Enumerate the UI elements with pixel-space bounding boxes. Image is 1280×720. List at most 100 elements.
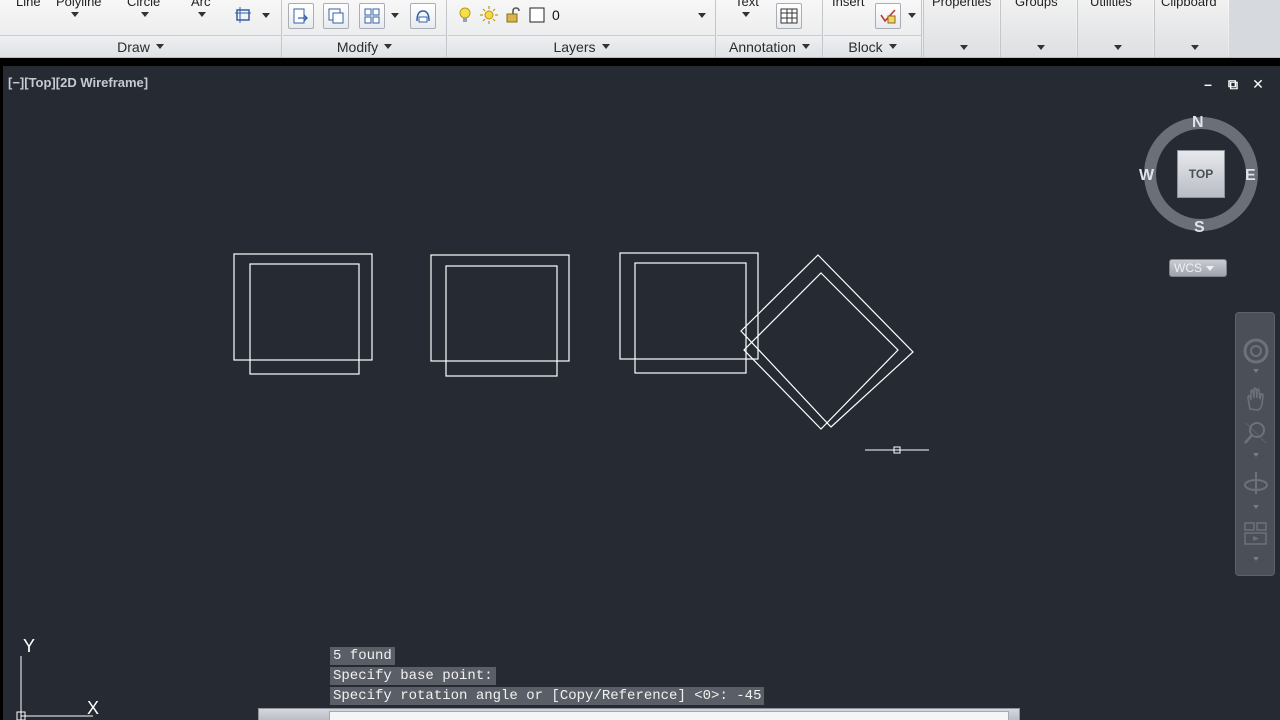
array-icon xyxy=(364,8,380,24)
text-tool-label[interactable]: Text xyxy=(735,0,759,9)
layer-dropdown[interactable]: 0 xyxy=(452,3,712,29)
layers-panel-caret xyxy=(601,44,610,49)
modify-panel-caret xyxy=(384,44,393,49)
ribbon-right-filler xyxy=(1229,0,1280,57)
orbit-icon[interactable] xyxy=(1242,469,1270,497)
text-dropdown-caret[interactable] xyxy=(742,12,750,17)
properties-panel-caret xyxy=(960,45,968,50)
rotated-drawing-object[interactable] xyxy=(740,254,914,428)
pan-icon[interactable] xyxy=(1242,385,1270,413)
groups-panel[interactable]: Groups xyxy=(1000,0,1076,57)
modify-panel-title[interactable]: Modify xyxy=(283,35,446,57)
drawing-object[interactable] xyxy=(233,253,373,361)
drawing-object[interactable] xyxy=(619,252,759,360)
utilities-panel-label: Utilities xyxy=(1090,0,1132,9)
navigation-bar xyxy=(1235,312,1275,576)
command-history-line: Specify base point: xyxy=(330,667,496,685)
move-button[interactable] xyxy=(288,3,314,29)
draw-panel: Line Polyline Circle Arc Draw xyxy=(0,0,282,57)
steeringwheel-icon[interactable] xyxy=(1242,337,1270,365)
viewcube[interactable]: N S E W TOP xyxy=(1139,112,1260,236)
ucs-icon xyxy=(16,656,93,720)
annotation-panel-title-text: Annotation xyxy=(729,38,796,55)
draw-panel-title[interactable]: Draw xyxy=(0,35,281,57)
viewcube-top-face[interactable]: TOP xyxy=(1177,150,1225,198)
copy-icon xyxy=(328,8,344,24)
drawing-canvas[interactable] xyxy=(3,66,1280,720)
utilities-panel[interactable]: Utilities xyxy=(1077,0,1153,57)
rectangle-dropdown-caret[interactable] xyxy=(262,13,270,18)
array-dropdown-caret[interactable] xyxy=(391,13,399,18)
match-properties-icon xyxy=(416,10,430,23)
drawing-viewport[interactable]: [−][Top][2D Wireframe] – ⧉ ✕ N S E W TOP… xyxy=(3,66,1280,720)
match-properties-button[interactable] xyxy=(410,3,436,29)
properties-panel[interactable]: Properties xyxy=(923,0,999,57)
lock-icon xyxy=(506,7,520,23)
array-button[interactable] xyxy=(359,3,385,29)
layer-dropdown-caret[interactable] xyxy=(698,13,706,18)
ribbon: Line Polyline Circle Arc Draw Modify Lay… xyxy=(0,0,1280,58)
drawing-object[interactable] xyxy=(634,262,747,374)
drawing-object[interactable] xyxy=(430,254,570,362)
insert-tool-label[interactable]: Insert xyxy=(832,0,865,9)
move-icon xyxy=(293,8,308,24)
edit-attribute-dropdown-caret[interactable] xyxy=(908,13,916,18)
groups-panel-caret xyxy=(1037,45,1045,50)
lightbulb-icon xyxy=(459,7,471,22)
orbit-dropdown-caret[interactable] xyxy=(1253,505,1259,510)
annotation-panel: Text Annotation xyxy=(717,0,823,57)
polyline-tool-label[interactable]: Polyline xyxy=(56,0,102,9)
steeringwheel-dropdown-caret[interactable] xyxy=(1253,369,1259,374)
circle-tool-label[interactable]: Circle xyxy=(127,0,160,9)
zoom-dropdown-caret[interactable] xyxy=(1253,453,1259,458)
ucs-y-label: Y xyxy=(23,636,36,656)
modify-panel: Modify xyxy=(283,0,447,57)
crosshair-cursor xyxy=(865,446,929,454)
drawing-object[interactable] xyxy=(445,265,558,377)
wcs-menu-button[interactable]: WCS xyxy=(1169,259,1227,277)
edit-attribute-button[interactable] xyxy=(875,3,901,29)
wcs-caret xyxy=(1206,265,1214,271)
groups-panel-label: Groups xyxy=(1015,0,1058,9)
line-tool-label[interactable]: Line xyxy=(16,0,41,9)
drawing-object[interactable] xyxy=(249,263,360,375)
table-icon xyxy=(780,8,798,24)
block-panel-caret xyxy=(888,44,897,49)
modify-panel-title-text: Modify xyxy=(336,38,379,55)
arc-dropdown-caret[interactable] xyxy=(198,12,206,17)
wcs-label: WCS xyxy=(1174,261,1202,275)
sun-icon xyxy=(480,6,498,24)
rotated-drawing-object[interactable] xyxy=(743,272,899,430)
polyline-dropdown-caret[interactable] xyxy=(71,12,79,17)
edit-attribute-icon xyxy=(880,9,896,24)
command-input[interactable] xyxy=(329,711,1009,720)
copy-button[interactable] xyxy=(323,3,349,29)
clipboard-panel[interactable]: Clipboard xyxy=(1154,0,1228,57)
command-history-line: 5 found xyxy=(330,647,395,665)
viewcube-face-label: TOP xyxy=(1188,167,1214,181)
zoom-icon[interactable] xyxy=(1242,419,1270,447)
annotation-panel-caret xyxy=(801,44,810,49)
command-history-line: Specify rotation angle or [Copy/Referenc… xyxy=(330,687,765,705)
clipboard-panel-label: Clipboard xyxy=(1161,0,1217,9)
layers-panel-title[interactable]: Layers xyxy=(448,35,715,57)
command-line-bar xyxy=(258,708,1020,720)
properties-panel-label: Properties xyxy=(932,0,992,9)
layers-panel-title-text: Layers xyxy=(553,38,596,55)
current-layer-name: 0 xyxy=(552,7,560,23)
rectangle-select-icon xyxy=(235,7,251,23)
compass-east[interactable]: E xyxy=(1245,167,1256,185)
showmotion-dropdown-caret[interactable] xyxy=(1253,557,1259,562)
rectangle-select-button[interactable] xyxy=(231,3,257,29)
compass-west[interactable]: W xyxy=(1139,167,1154,185)
annotation-panel-title[interactable]: Annotation xyxy=(717,35,822,57)
compass-south[interactable]: S xyxy=(1194,219,1205,237)
showmotion-icon[interactable] xyxy=(1242,519,1270,547)
compass-north[interactable]: N xyxy=(1192,114,1204,132)
utilities-panel-caret xyxy=(1114,45,1122,50)
table-button[interactable] xyxy=(776,3,802,29)
arc-tool-label[interactable]: Arc xyxy=(191,0,211,9)
circle-dropdown-caret[interactable] xyxy=(141,12,149,17)
block-panel-title[interactable]: Block xyxy=(824,35,921,57)
draw-panel-caret xyxy=(155,44,164,49)
